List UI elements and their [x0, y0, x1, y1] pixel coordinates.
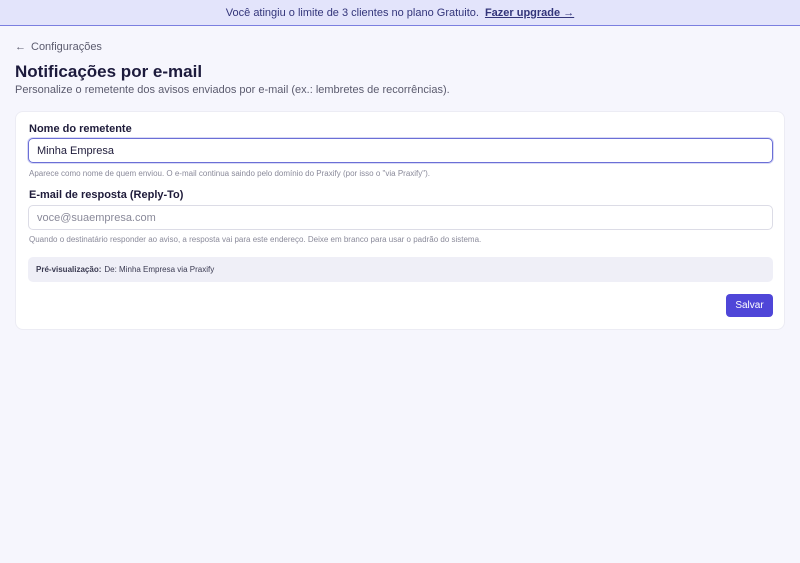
- page-subtitle: Personalize o remetente dos avisos envia…: [15, 84, 450, 96]
- reply-to-help: Quando o destinatário responder ao aviso…: [29, 235, 482, 244]
- page-title: Notificações por e-mail: [15, 62, 203, 81]
- preview-value: De: Minha Empresa via Praxify: [104, 265, 215, 274]
- back-link-label: Configurações: [31, 41, 102, 53]
- sender-name-label: Nome do remetente: [29, 123, 132, 135]
- sender-name-help: Aparece como nome de quem enviou. O e-ma…: [29, 169, 430, 178]
- sender-name-input[interactable]: [28, 138, 773, 163]
- save-button[interactable]: Salvar: [726, 294, 773, 317]
- upgrade-link[interactable]: Fazer upgrade →: [485, 7, 574, 19]
- banner-message: Você atingiu o limite de 3 clientes no p…: [225, 6, 479, 19]
- arrow-left-icon: ←: [15, 41, 26, 53]
- upgrade-banner: Você atingiu o limite de 3 clientes no p…: [0, 0, 800, 26]
- back-link[interactable]: ← Configurações: [15, 41, 102, 53]
- preview-label: Pré-visualização:: [36, 265, 102, 274]
- settings-card: Nome do remetente Aparece como nome de q…: [15, 111, 785, 330]
- sender-preview: Pré-visualização: De: Minha Empresa via …: [28, 257, 773, 282]
- reply-to-input[interactable]: [28, 205, 773, 230]
- reply-to-label: E-mail de resposta (Reply-To): [29, 189, 184, 201]
